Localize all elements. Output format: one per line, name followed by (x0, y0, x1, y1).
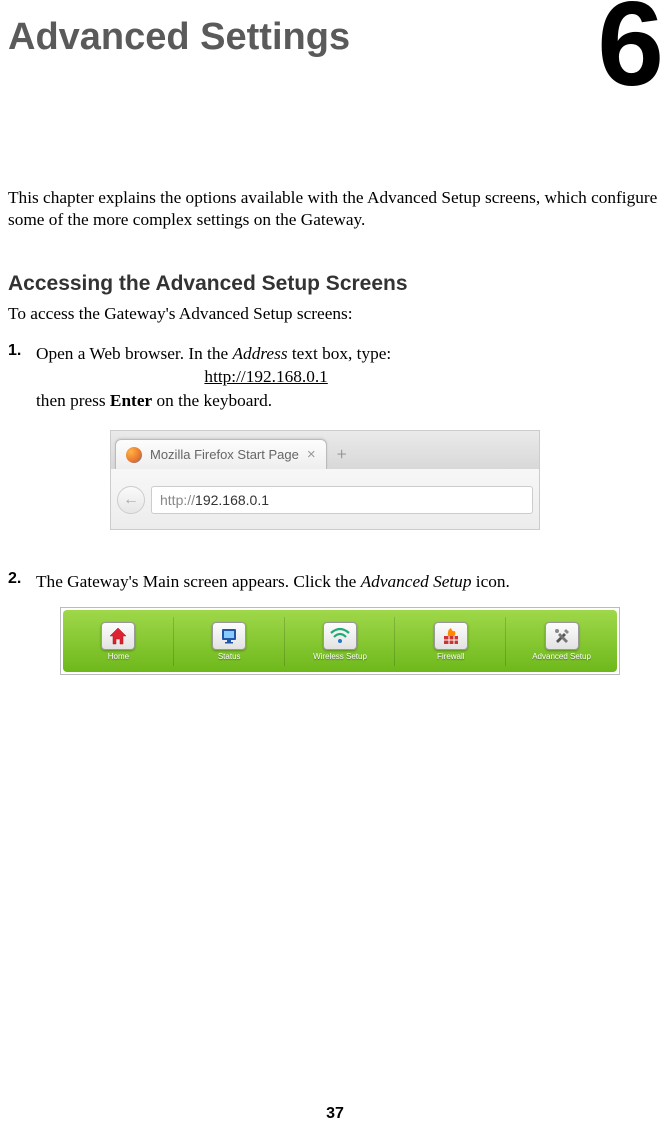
status-icon (212, 622, 246, 650)
home-icon (101, 622, 135, 650)
nav-label: Firewall (437, 652, 465, 661)
advanced-setup-word: Advanced Setup (361, 572, 472, 591)
text: then press (36, 391, 110, 410)
browser-screenshot: Mozilla Firefox Start Page × + ← http://… (110, 430, 540, 530)
tab-title: Mozilla Firefox Start Page (150, 447, 299, 462)
nav-status[interactable]: Status (174, 610, 285, 672)
nav-firewall[interactable]: Firewall (395, 610, 506, 672)
nav-label: Wireless Setup (313, 652, 367, 661)
text: Open a Web browser. In the (36, 344, 233, 363)
step-2: 2. The Gateway's Main screen appears. Cl… (8, 570, 662, 593)
nav-label: Advanced Setup (532, 652, 591, 661)
section-heading: Accessing the Advanced Setup Screens (8, 272, 670, 296)
intro-paragraph: This chapter explains the options availa… (8, 187, 662, 232)
nav-wireless-setup[interactable]: Wireless Setup (285, 610, 396, 672)
browser-tab-bar: Mozilla Firefox Start Page × + (111, 431, 539, 469)
url-link: http://192.168.0.1 (204, 367, 327, 386)
step-number: 2. (8, 570, 36, 593)
wifi-icon (323, 622, 357, 650)
step-1: 1. Open a Web browser. In the Address te… (8, 342, 662, 412)
step-body: Open a Web browser. In the Address text … (36, 342, 391, 412)
tools-icon (545, 622, 579, 650)
nav-home[interactable]: Home (63, 610, 174, 672)
firewall-icon (434, 622, 468, 650)
firefox-icon (126, 447, 142, 463)
step-number: 1. (8, 342, 36, 412)
browser-toolbar: ← http://192.168.0.1 (111, 469, 539, 530)
text: text box, type: (288, 344, 392, 363)
chapter-number: 6 (597, 0, 664, 104)
page-number: 37 (0, 1105, 670, 1123)
text: icon. (471, 572, 509, 591)
address-bar[interactable]: http://192.168.0.1 (151, 486, 533, 514)
url-host: 192.168.0.1 (195, 492, 269, 508)
enter-word: Enter (110, 391, 152, 410)
address-word: Address (233, 344, 288, 363)
text: The Gateway's Main screen appears. Click… (36, 572, 361, 591)
url-scheme: http:// (160, 492, 195, 508)
chapter-title: Advanced Settings (8, 16, 670, 59)
back-button[interactable]: ← (117, 486, 145, 514)
nav-label: Home (108, 652, 129, 661)
step-body: The Gateway's Main screen appears. Click… (36, 570, 510, 593)
browser-tab[interactable]: Mozilla Firefox Start Page × (115, 439, 327, 469)
nav-label: Status (218, 652, 241, 661)
tab-close-icon[interactable]: × (307, 447, 316, 462)
arrow-left-icon: ← (123, 491, 139, 509)
section-subtext: To access the Gateway's Advanced Setup s… (8, 304, 670, 324)
gateway-navbar-screenshot: Home Status Wireless Setup Firewall Adva… (60, 607, 620, 675)
text: on the keyboard. (152, 391, 272, 410)
new-tab-button[interactable]: + (327, 439, 357, 469)
nav-advanced-setup[interactable]: Advanced Setup (506, 610, 617, 672)
gateway-navbar: Home Status Wireless Setup Firewall Adva… (63, 610, 617, 672)
